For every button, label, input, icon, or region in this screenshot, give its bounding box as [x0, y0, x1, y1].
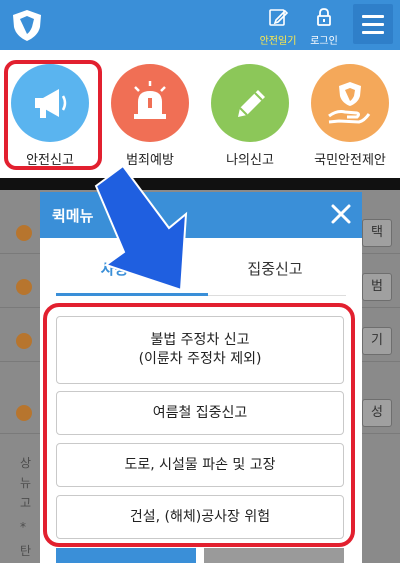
background-text: 뉴	[20, 476, 32, 490]
bullet-icon	[16, 225, 32, 241]
divider-bar	[0, 178, 400, 190]
category-label: 나의신고	[226, 153, 274, 168]
highlight-box-safety-report	[4, 60, 102, 170]
footer-button-secondary[interactable]	[204, 548, 344, 563]
bullet-icon	[16, 333, 32, 349]
category-label: 국민안전제안	[314, 153, 386, 168]
edit-note-icon	[269, 9, 289, 26]
tab-user-menu[interactable]: 사용자 메	[56, 258, 206, 279]
modal-tabs: 사용자 메 집중신고	[40, 238, 362, 298]
category-circle	[311, 64, 389, 142]
bullet-icon	[16, 405, 32, 421]
siren-icon	[134, 81, 166, 119]
tab-focus-report[interactable]: 집중신고	[200, 258, 350, 279]
hand-shield-icon	[328, 82, 371, 124]
login-button[interactable]: 로그인	[306, 6, 342, 47]
background-text: 고	[20, 496, 32, 510]
hamburger-bar	[362, 31, 384, 34]
bullet-icon	[16, 279, 32, 295]
safety-diary-label: 안전일기	[259, 36, 297, 47]
modal-footer-buttons	[56, 548, 344, 563]
background-text: 상	[20, 456, 32, 470]
shield-logo-icon[interactable]	[10, 8, 44, 42]
category-label: 범죄예방	[126, 153, 174, 168]
hamburger-bar	[362, 23, 384, 26]
background-button: 기	[362, 327, 392, 355]
highlight-box-options	[43, 303, 355, 547]
tab-divider-line	[208, 295, 346, 296]
app-header: 안전일기 로그인	[0, 0, 400, 50]
footer-button-primary[interactable]	[56, 548, 196, 563]
category-circle	[111, 64, 189, 142]
hamburger-bar	[362, 15, 384, 18]
close-icon[interactable]	[328, 201, 354, 227]
background-button: 범	[362, 273, 392, 301]
safety-diary-button[interactable]: 안전일기	[257, 6, 299, 47]
active-tab-underline	[56, 293, 208, 296]
category-circle	[211, 64, 289, 142]
hamburger-menu-button[interactable]	[353, 4, 393, 44]
background-button: 택	[362, 219, 392, 247]
background-text: 탄	[20, 544, 32, 558]
modal-header: 퀵메뉴	[40, 192, 362, 238]
category-my-reports[interactable]: 나의신고	[200, 58, 300, 168]
modal-title: 퀵메뉴	[52, 207, 94, 225]
category-crime-prevention[interactable]: 범죄예방	[100, 58, 200, 168]
login-label: 로그인	[310, 36, 338, 47]
lock-icon	[317, 8, 331, 26]
pencil-icon	[238, 90, 265, 117]
background-button: 성	[362, 399, 392, 427]
background-text: *	[20, 520, 26, 534]
category-safety-proposal[interactable]: 국민안전제안	[300, 58, 400, 168]
